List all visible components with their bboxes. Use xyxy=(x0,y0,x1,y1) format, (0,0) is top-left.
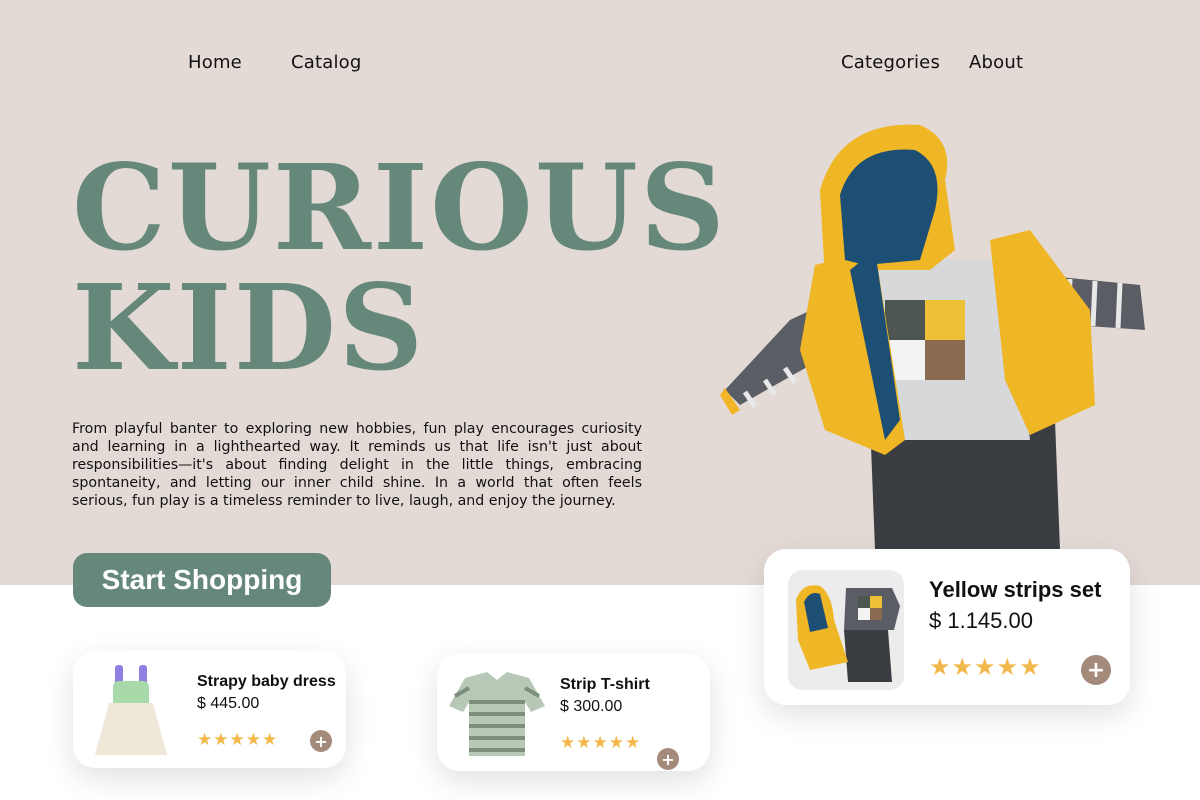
product-name: Strapy baby dress xyxy=(197,673,336,690)
start-shopping-button[interactable]: Start Shopping xyxy=(73,553,331,607)
rating-stars: ★★★★★ xyxy=(929,653,1042,681)
product-card-yellow-set[interactable]: Yellow strips set $ 1.145.00 ★★★★★ + xyxy=(764,549,1130,705)
nav-about-link[interactable]: About xyxy=(969,52,1023,73)
product-name: Yellow strips set xyxy=(929,577,1102,602)
yellow-set-image xyxy=(788,570,904,690)
hero-title-line1: CURIOUS xyxy=(72,138,727,277)
product-price: $ 445.00 xyxy=(197,695,260,712)
rating-stars: ★★★★★ xyxy=(560,733,642,753)
add-to-cart-button[interactable]: + xyxy=(1081,655,1111,685)
product-card-tshirt[interactable]: Strip T-shirt $ 300.00 ★★★★★ + xyxy=(437,654,710,771)
hero-title-line2: KIDS xyxy=(72,258,426,397)
dress-image xyxy=(95,665,167,755)
rating-stars: ★★★★★ xyxy=(197,730,279,750)
nav-categories-link[interactable]: Categories xyxy=(841,52,940,73)
tshirt-image xyxy=(449,672,545,756)
add-to-cart-button[interactable]: + xyxy=(310,730,332,752)
hero-title: CURIOUS KIDS xyxy=(72,148,727,388)
product-price: $ 300.00 xyxy=(560,698,623,715)
hero-outfit-image xyxy=(720,124,1145,550)
product-name: Strip T-shirt xyxy=(560,676,650,693)
add-to-cart-button[interactable]: + xyxy=(657,748,679,770)
nav-home-link[interactable]: Home xyxy=(188,52,242,73)
nav-catalog-link[interactable]: Catalog xyxy=(291,52,362,73)
product-price: $ 1.145.00 xyxy=(929,608,1033,633)
product-card-dress[interactable]: Strapy baby dress $ 445.00 ★★★★★ + xyxy=(73,651,346,768)
plus-icon: + xyxy=(1086,657,1106,683)
plus-icon: + xyxy=(314,731,328,751)
hero-description: From playful banter to exploring new hob… xyxy=(72,421,642,509)
plus-icon: + xyxy=(661,749,675,769)
